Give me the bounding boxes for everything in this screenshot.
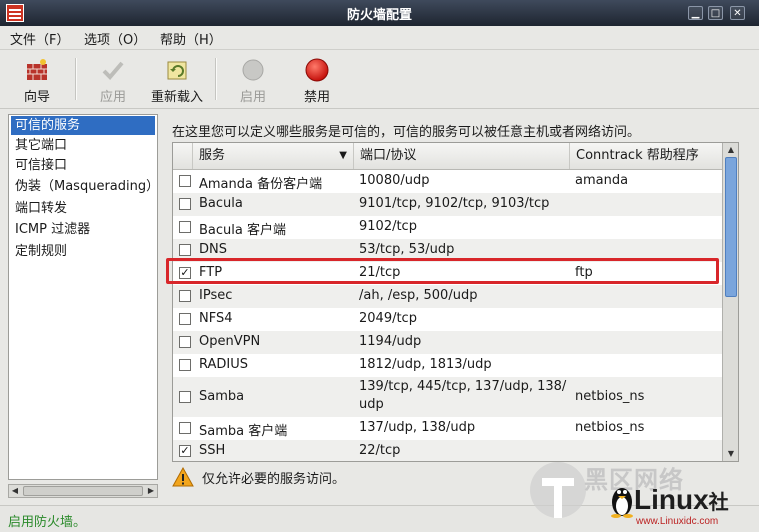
reload-icon (167, 61, 187, 80)
watermark: 黑区网络 Linux社 www.Linuxidc.com (528, 458, 759, 531)
linuxidc-logo-icon (530, 462, 586, 518)
column-port[interactable]: 端口/协议 (354, 143, 570, 169)
toolbar-separator (75, 58, 77, 100)
column-service[interactable]: 服务 ▼ (193, 143, 354, 169)
row-checkbox[interactable] (179, 391, 191, 403)
services-table: 服务 ▼ 端口/协议 Conntrack 帮助程序 Amanda 备份客户端 1… (172, 142, 739, 462)
sort-chevron-icon: ▼ (339, 150, 347, 161)
tux-penguin-icon (611, 488, 633, 518)
row-checkbox[interactable] (179, 244, 191, 256)
toolbar: 向导 应用 重新载入 启用 禁用 (0, 50, 759, 109)
red-circle-icon (305, 58, 329, 82)
gray-circle-icon (242, 59, 264, 81)
row-checkbox[interactable] (179, 221, 191, 233)
reload-button[interactable]: 重新载入 (146, 52, 208, 105)
column-checkbox (173, 143, 193, 169)
scrollbar-thumb[interactable] (725, 157, 737, 297)
menu-file[interactable]: 文件（F） (10, 29, 69, 48)
table-row[interactable]: OpenVPN 1194/udp (173, 331, 722, 354)
table-row[interactable]: Samba 客户端 137/udp, 138/udp netbios_ns (173, 417, 722, 440)
services-description: 在这里您可以定义哪些服务是可信的，可信的服务可以被任意主机或者网络访问。 (172, 125, 641, 140)
row-checkbox[interactable] (179, 359, 191, 371)
scroll-up-arrow-icon[interactable]: ▲ (723, 143, 738, 157)
checkmark-icon (102, 61, 124, 80)
scroll-right-arrow-icon[interactable]: ▶ (145, 485, 157, 497)
column-helper[interactable]: Conntrack 帮助程序 (570, 143, 722, 169)
table-header: 服务 ▼ 端口/协议 Conntrack 帮助程序 (173, 143, 722, 170)
window-title: 防火墙配置 (346, 8, 412, 23)
sidebar-item-trusted-interfaces[interactable]: 可信接口 (11, 156, 155, 175)
sidebar-item-other-ports[interactable]: 其它端口 (11, 136, 155, 155)
table-row[interactable]: Bacula 客户端 9102/tcp (173, 216, 722, 239)
menubar: 文件（F） 选项（O） 帮助（H） (0, 26, 759, 50)
row-checkbox[interactable] (179, 198, 191, 210)
enable-button[interactable]: 启用 (228, 52, 278, 105)
watermark-line2: Linux社 (634, 484, 729, 515)
category-list: 可信的服务 其它端口 可信接口 伪装（Masquerading） 端口转发 IC… (8, 114, 159, 480)
wizard-button[interactable]: 向导 (12, 52, 62, 105)
menu-options[interactable]: 选项（O） (84, 29, 146, 48)
disable-button[interactable]: 禁用 (292, 52, 342, 105)
firewall-window: 防火墙配置 ▁ □ ✕ 文件（F） 选项（O） 帮助（H） 向导 应用 重新载入… (0, 0, 759, 532)
sidebar-horizontal-scrollbar[interactable]: ◀ ▶ (8, 484, 158, 498)
apply-button[interactable]: 应用 (88, 52, 138, 105)
hint-text: 仅允许必要的服务访问。 (202, 472, 346, 487)
row-checkbox[interactable] (179, 290, 191, 302)
toolbar-separator (215, 58, 217, 100)
title-bar: 防火墙配置 ▁ □ ✕ (0, 0, 759, 26)
table-row[interactable]: Bacula 9101/tcp, 9102/tcp, 9103/tcp (173, 193, 722, 216)
minimize-button[interactable]: ▁ (688, 6, 703, 20)
table-row[interactable]: NFS4 2049/tcp (173, 308, 722, 331)
warning-icon (172, 467, 194, 487)
row-checkbox-checked[interactable]: ✓ (179, 445, 191, 457)
sidebar-item-icmp-filter[interactable]: ICMP 过滤器 (11, 220, 155, 239)
sidebar-item-trusted-services[interactable]: 可信的服务 (11, 116, 155, 135)
close-button[interactable]: ✕ (730, 6, 745, 20)
sidebar-item-custom-rules[interactable]: 定制规则 (11, 242, 155, 261)
firewall-wizard-icon (27, 59, 47, 80)
table-row[interactable]: RADIUS 1812/udp, 1813/udp (173, 354, 722, 377)
row-checkbox[interactable] (179, 175, 191, 187)
row-checkbox[interactable] (179, 336, 191, 348)
table-vertical-scrollbar[interactable]: ▲ ▼ (722, 143, 738, 461)
row-checkbox[interactable] (179, 313, 191, 325)
row-checkbox[interactable] (179, 422, 191, 434)
scroll-left-arrow-icon[interactable]: ◀ (9, 485, 21, 497)
table-row[interactable]: Samba 139/tcp, 445/tcp, 137/udp, 138/ ud… (173, 377, 722, 417)
ftp-row-highlight-box (166, 258, 719, 284)
scrollbar-thumb[interactable] (23, 486, 143, 496)
status-text: 启用防火墙。 (8, 515, 87, 530)
sidebar-item-port-forwarding[interactable]: 端口转发 (11, 199, 155, 218)
menu-help[interactable]: 帮助（H） (160, 29, 222, 48)
watermark-url: www.Linuxidc.com (636, 516, 719, 527)
table-row[interactable]: Amanda 备份客户端 10080/udp amanda (173, 170, 722, 193)
maximize-button[interactable]: □ (708, 6, 723, 20)
sidebar-item-masquerading[interactable]: 伪装（Masquerading） (11, 177, 159, 196)
table-row[interactable]: IPsec /ah, /esp, 500/udp (173, 285, 722, 308)
